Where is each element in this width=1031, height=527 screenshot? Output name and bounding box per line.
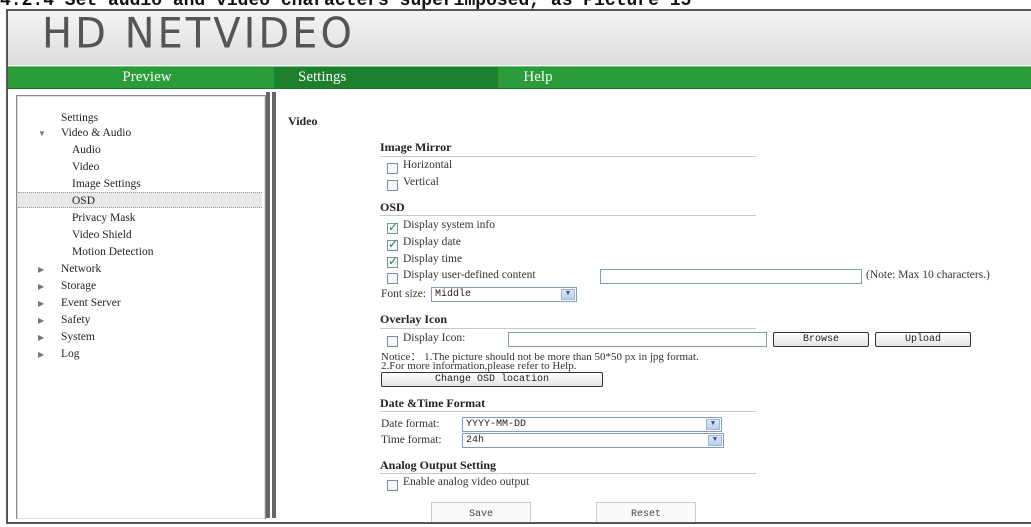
- display-time-checkbox[interactable]: [387, 254, 398, 268]
- browse-button[interactable]: Browse: [773, 332, 869, 347]
- icon-file-input[interactable]: [508, 332, 767, 347]
- analog-output-label: Enable analog video output: [403, 476, 530, 488]
- sidebar-item-audio[interactable]: Audio: [72, 142, 101, 158]
- divider: [380, 215, 756, 216]
- section-title-image-mirror: Image Mirror: [380, 140, 452, 154]
- divider: [380, 156, 756, 157]
- section-title-date-time-format: Date &Time Format: [380, 396, 486, 410]
- time-format-label: Time format:: [381, 434, 442, 446]
- sidebar-item-safety[interactable]: Safety: [61, 312, 90, 328]
- section-title-overlay-icon: Overlay Icon: [380, 312, 447, 326]
- user-content-input[interactable]: [600, 269, 862, 284]
- analog-output-checkbox[interactable]: [387, 480, 398, 491]
- display-icon-checkbox[interactable]: [387, 336, 398, 347]
- sidebar-item-network[interactable]: Network: [61, 261, 101, 277]
- sidebar-item-privacy-mask[interactable]: Privacy Mask: [72, 210, 136, 226]
- display-time-label: Display time: [403, 253, 463, 265]
- reset-button[interactable]: Reset: [596, 502, 696, 522]
- top-nav: Preview Settings Help: [8, 66, 1031, 89]
- sidebar-item-video-audio[interactable]: Video & Audio: [61, 125, 131, 141]
- sidebar-item-motion-detection[interactable]: Motion Detection: [72, 244, 153, 260]
- horizontal-label: Horizontal: [403, 159, 453, 171]
- sidebar-item-log[interactable]: Log: [61, 346, 80, 362]
- vertical-checkbox[interactable]: [387, 180, 398, 191]
- chevron-down-icon[interactable]: ▼: [708, 435, 722, 446]
- font-size-value: Middle: [435, 289, 472, 300]
- nav-help[interactable]: Help: [508, 67, 568, 88]
- user-content-note: (Note: Max 10 characters.): [866, 269, 990, 281]
- date-format-value: YYYY-MM-DD: [466, 419, 527, 430]
- nav-preview[interactable]: Preview: [102, 67, 192, 88]
- header-banner: HD NETVIDEO: [8, 9, 1031, 65]
- time-format-select[interactable]: 24h ▼: [462, 433, 724, 448]
- triangle-right-icon[interactable]: ▶: [38, 316, 44, 325]
- horizontal-checkbox[interactable]: [387, 163, 398, 174]
- triangle-right-icon[interactable]: ▶: [38, 350, 44, 359]
- triangle-down-icon[interactable]: ▼: [38, 129, 46, 138]
- sidebar-item-image-settings[interactable]: Image Settings: [72, 176, 141, 192]
- divider: [266, 92, 270, 518]
- display-date-checkbox[interactable]: [387, 237, 398, 251]
- vertical-label: Vertical: [403, 176, 439, 188]
- change-osd-location-button[interactable]: Change OSD location: [381, 372, 603, 387]
- system-info-checkbox[interactable]: [387, 220, 398, 234]
- triangle-right-icon[interactable]: ▶: [38, 299, 44, 308]
- divider: [272, 92, 276, 518]
- sidebar-item-video-shield[interactable]: Video Shield: [72, 227, 132, 243]
- divider: [380, 411, 756, 412]
- upload-button[interactable]: Upload: [875, 332, 971, 347]
- chevron-down-icon[interactable]: ▼: [706, 419, 720, 430]
- display-date-label: Display date: [403, 236, 461, 248]
- sidebar-item-storage[interactable]: Storage: [61, 278, 96, 294]
- user-content-checkbox[interactable]: [387, 273, 398, 284]
- system-info-label: Display system info: [403, 219, 495, 231]
- divider: [380, 473, 756, 474]
- chevron-down-icon[interactable]: ▼: [561, 289, 575, 300]
- font-size-label: Font size:: [381, 288, 427, 300]
- date-format-select[interactable]: YYYY-MM-DD ▼: [462, 417, 722, 432]
- display-icon-label: Display Icon:: [403, 332, 466, 344]
- triangle-right-icon[interactable]: ▶: [38, 282, 44, 291]
- section-title-analog-output: Analog Output Setting: [380, 458, 497, 472]
- font-size-select[interactable]: Middle ▼: [431, 287, 577, 302]
- nav-settings[interactable]: Settings: [274, 67, 498, 88]
- sidebar-item-system[interactable]: System: [61, 329, 95, 345]
- sidebar-item-video[interactable]: Video: [72, 159, 99, 175]
- date-format-label: Date format:: [381, 418, 440, 430]
- brand-logo: HD NETVIDEO: [42, 9, 355, 59]
- triangle-right-icon[interactable]: ▶: [38, 265, 44, 274]
- divider: [380, 328, 756, 329]
- triangle-right-icon[interactable]: ▶: [38, 333, 44, 342]
- sidebar-item-settings[interactable]: Settings: [61, 110, 98, 126]
- page-title: Video: [288, 114, 318, 128]
- user-content-label: Display user-defined content: [403, 269, 536, 281]
- notice-help-text: 2.For more information,please refer to H…: [381, 360, 577, 372]
- sidebar-item-osd[interactable]: OSD: [18, 192, 262, 208]
- sidebar-item-event-server[interactable]: Event Server: [61, 295, 121, 311]
- save-button[interactable]: Save: [431, 502, 531, 522]
- sidebar: [16, 95, 266, 519]
- time-format-value: 24h: [466, 435, 485, 446]
- section-title-osd: OSD: [380, 200, 405, 214]
